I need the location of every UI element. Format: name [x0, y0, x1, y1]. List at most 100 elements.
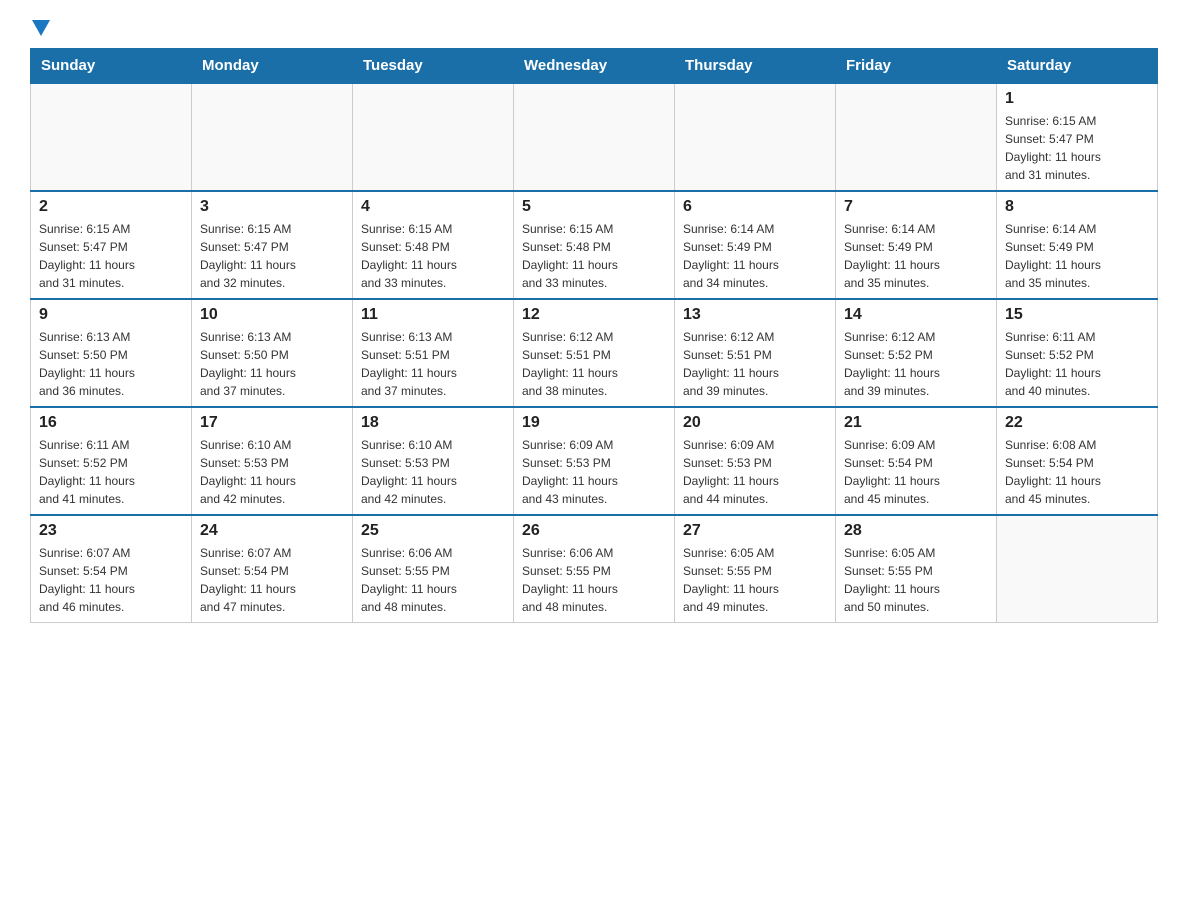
calendar-cell — [353, 83, 514, 191]
weekday-header-tuesday: Tuesday — [353, 49, 514, 84]
day-number: 14 — [844, 306, 988, 324]
day-info: Sunrise: 6:09 AMSunset: 5:54 PMDaylight:… — [844, 436, 988, 508]
calendar-cell: 15Sunrise: 6:11 AMSunset: 5:52 PMDayligh… — [997, 299, 1158, 407]
calendar-cell: 3 Sunrise: 6:15 AMSunset: 5:47 PMDaylight… — [192, 191, 353, 299]
weekday-header-saturday: Saturday — [997, 49, 1158, 84]
day-number: 10 — [200, 306, 344, 324]
calendar-cell: 5Sunrise: 6:15 AMSunset: 5:48 PMDaylight… — [514, 191, 675, 299]
calendar-cell: 11 Sunrise: 6:13 AMSunset: 5:51 PMDayligh… — [353, 299, 514, 407]
calendar-cell: 16 Sunrise: 6:11 AMSunset: 5:52 PMDayligh… — [31, 407, 192, 515]
day-number: 19 — [522, 414, 666, 432]
day-info: Sunrise: 6:12 AMSunset: 5:52 PMDaylight:… — [844, 328, 988, 400]
day-number: 2 — [39, 198, 183, 216]
day-number: 11 — [361, 306, 505, 324]
calendar-cell: 27 Sunrise: 6:05 AMSunset: 5:55 PMDayligh… — [675, 515, 836, 623]
calendar-cell — [836, 83, 997, 191]
day-info: Sunrise: 6:10 AMSunset: 5:53 PMDaylight:… — [200, 436, 344, 508]
day-info: Sunrise: 6:13 AMSunset: 5:50 PMDaylight:… — [39, 328, 183, 400]
calendar-cell: 21 Sunrise: 6:09 AMSunset: 5:54 PMDayligh… — [836, 407, 997, 515]
day-number: 17 — [200, 414, 344, 432]
day-info: Sunrise: 6:10 AMSunset: 5:53 PMDaylight:… — [361, 436, 505, 508]
logo-triangle-icon — [32, 20, 50, 38]
day-info: Sunrise: 6:05 AMSunset: 5:55 PMDaylight:… — [683, 544, 827, 616]
page-header — [30, 20, 1158, 38]
day-info: Sunrise: 6:15 AMSunset: 5:48 PMDaylight:… — [522, 220, 666, 292]
day-info: Sunrise: 6:13 AMSunset: 5:50 PMDaylight:… — [200, 328, 344, 400]
day-number: 12 — [522, 306, 666, 324]
calendar-cell: 28 Sunrise: 6:05 AMSunset: 5:55 PMDayligh… — [836, 515, 997, 623]
calendar-cell: 24 Sunrise: 6:07 AMSunset: 5:54 PMDayligh… — [192, 515, 353, 623]
day-info: Sunrise: 6:15 AMSunset: 5:47 PMDaylight:… — [200, 220, 344, 292]
calendar-cell: 9Sunrise: 6:13 AMSunset: 5:50 PMDaylight… — [31, 299, 192, 407]
day-number: 4 — [361, 198, 505, 216]
calendar-cell: 4 Sunrise: 6:15 AMSunset: 5:48 PMDaylight… — [353, 191, 514, 299]
weekday-header-row: SundayMondayTuesdayWednesdayThursdayFrid… — [31, 49, 1158, 84]
week-row-2: 2 Sunrise: 6:15 AMSunset: 5:47 PMDaylight… — [31, 191, 1158, 299]
day-number: 16 — [39, 414, 183, 432]
calendar-cell: 22 Sunrise: 6:08 AMSunset: 5:54 PMDayligh… — [997, 407, 1158, 515]
day-number: 6 — [683, 198, 827, 216]
calendar-cell — [997, 515, 1158, 623]
day-number: 1 — [1005, 90, 1149, 108]
calendar-cell: 6 Sunrise: 6:14 AMSunset: 5:49 PMDaylight… — [675, 191, 836, 299]
weekday-header-friday: Friday — [836, 49, 997, 84]
day-info: Sunrise: 6:12 AMSunset: 5:51 PMDaylight:… — [522, 328, 666, 400]
day-info: Sunrise: 6:05 AMSunset: 5:55 PMDaylight:… — [844, 544, 988, 616]
day-info: Sunrise: 6:15 AMSunset: 5:47 PMDaylight:… — [1005, 112, 1149, 184]
day-number: 24 — [200, 522, 344, 540]
day-info: Sunrise: 6:11 AMSunset: 5:52 PMDaylight:… — [39, 436, 183, 508]
week-row-5: 23 Sunrise: 6:07 AMSunset: 5:54 PMDayligh… — [31, 515, 1158, 623]
day-number: 18 — [361, 414, 505, 432]
day-info: Sunrise: 6:09 AMSunset: 5:53 PMDaylight:… — [683, 436, 827, 508]
calendar-cell: 20 Sunrise: 6:09 AMSunset: 5:53 PMDayligh… — [675, 407, 836, 515]
calendar-cell — [192, 83, 353, 191]
calendar-cell: 18 Sunrise: 6:10 AMSunset: 5:53 PMDayligh… — [353, 407, 514, 515]
weekday-header-sunday: Sunday — [31, 49, 192, 84]
day-number: 7 — [844, 198, 988, 216]
day-info: Sunrise: 6:14 AMSunset: 5:49 PMDaylight:… — [844, 220, 988, 292]
day-info: Sunrise: 6:08 AMSunset: 5:54 PMDaylight:… — [1005, 436, 1149, 508]
day-info: Sunrise: 6:14 AMSunset: 5:49 PMDaylight:… — [683, 220, 827, 292]
day-info: Sunrise: 6:06 AMSunset: 5:55 PMDaylight:… — [522, 544, 666, 616]
day-info: Sunrise: 6:12 AMSunset: 5:51 PMDaylight:… — [683, 328, 827, 400]
day-number: 21 — [844, 414, 988, 432]
weekday-header-monday: Monday — [192, 49, 353, 84]
calendar-cell: 17 Sunrise: 6:10 AMSunset: 5:53 PMDayligh… — [192, 407, 353, 515]
weekday-header-thursday: Thursday — [675, 49, 836, 84]
day-info: Sunrise: 6:07 AMSunset: 5:54 PMDaylight:… — [39, 544, 183, 616]
calendar-cell: 1 Sunrise: 6:15 AMSunset: 5:47 PMDaylight… — [997, 83, 1158, 191]
day-info: Sunrise: 6:14 AMSunset: 5:49 PMDaylight:… — [1005, 220, 1149, 292]
logo — [30, 20, 50, 38]
day-info: Sunrise: 6:15 AMSunset: 5:47 PMDaylight:… — [39, 220, 183, 292]
day-number: 26 — [522, 522, 666, 540]
calendar-cell: 10 Sunrise: 6:13 AMSunset: 5:50 PMDayligh… — [192, 299, 353, 407]
day-number: 3 — [200, 198, 344, 216]
calendar-table: SundayMondayTuesdayWednesdayThursdayFrid… — [30, 48, 1158, 623]
day-info: Sunrise: 6:11 AMSunset: 5:52 PMDaylight:… — [1005, 328, 1149, 400]
calendar-cell: 8 Sunrise: 6:14 AMSunset: 5:49 PMDaylight… — [997, 191, 1158, 299]
day-info: Sunrise: 6:07 AMSunset: 5:54 PMDaylight:… — [200, 544, 344, 616]
calendar-cell: 12 Sunrise: 6:12 AMSunset: 5:51 PMDayligh… — [514, 299, 675, 407]
day-info: Sunrise: 6:15 AMSunset: 5:48 PMDaylight:… — [361, 220, 505, 292]
day-number: 28 — [844, 522, 988, 540]
calendar-cell: 23 Sunrise: 6:07 AMSunset: 5:54 PMDayligh… — [31, 515, 192, 623]
week-row-3: 9Sunrise: 6:13 AMSunset: 5:50 PMDaylight… — [31, 299, 1158, 407]
day-number: 25 — [361, 522, 505, 540]
calendar-cell: 19 Sunrise: 6:09 AMSunset: 5:53 PMDayligh… — [514, 407, 675, 515]
calendar-cell: 2 Sunrise: 6:15 AMSunset: 5:47 PMDaylight… — [31, 191, 192, 299]
calendar-cell: 14 Sunrise: 6:12 AMSunset: 5:52 PMDayligh… — [836, 299, 997, 407]
day-number: 13 — [683, 306, 827, 324]
week-row-1: 1 Sunrise: 6:15 AMSunset: 5:47 PMDaylight… — [31, 83, 1158, 191]
day-number: 22 — [1005, 414, 1149, 432]
calendar-cell — [514, 83, 675, 191]
day-number: 27 — [683, 522, 827, 540]
calendar-cell: 7 Sunrise: 6:14 AMSunset: 5:49 PMDaylight… — [836, 191, 997, 299]
day-info: Sunrise: 6:06 AMSunset: 5:55 PMDaylight:… — [361, 544, 505, 616]
day-info: Sunrise: 6:13 AMSunset: 5:51 PMDaylight:… — [361, 328, 505, 400]
weekday-header-wednesday: Wednesday — [514, 49, 675, 84]
day-number: 23 — [39, 522, 183, 540]
day-number: 8 — [1005, 198, 1149, 216]
day-number: 20 — [683, 414, 827, 432]
week-row-4: 16 Sunrise: 6:11 AMSunset: 5:52 PMDayligh… — [31, 407, 1158, 515]
day-info: Sunrise: 6:09 AMSunset: 5:53 PMDaylight:… — [522, 436, 666, 508]
